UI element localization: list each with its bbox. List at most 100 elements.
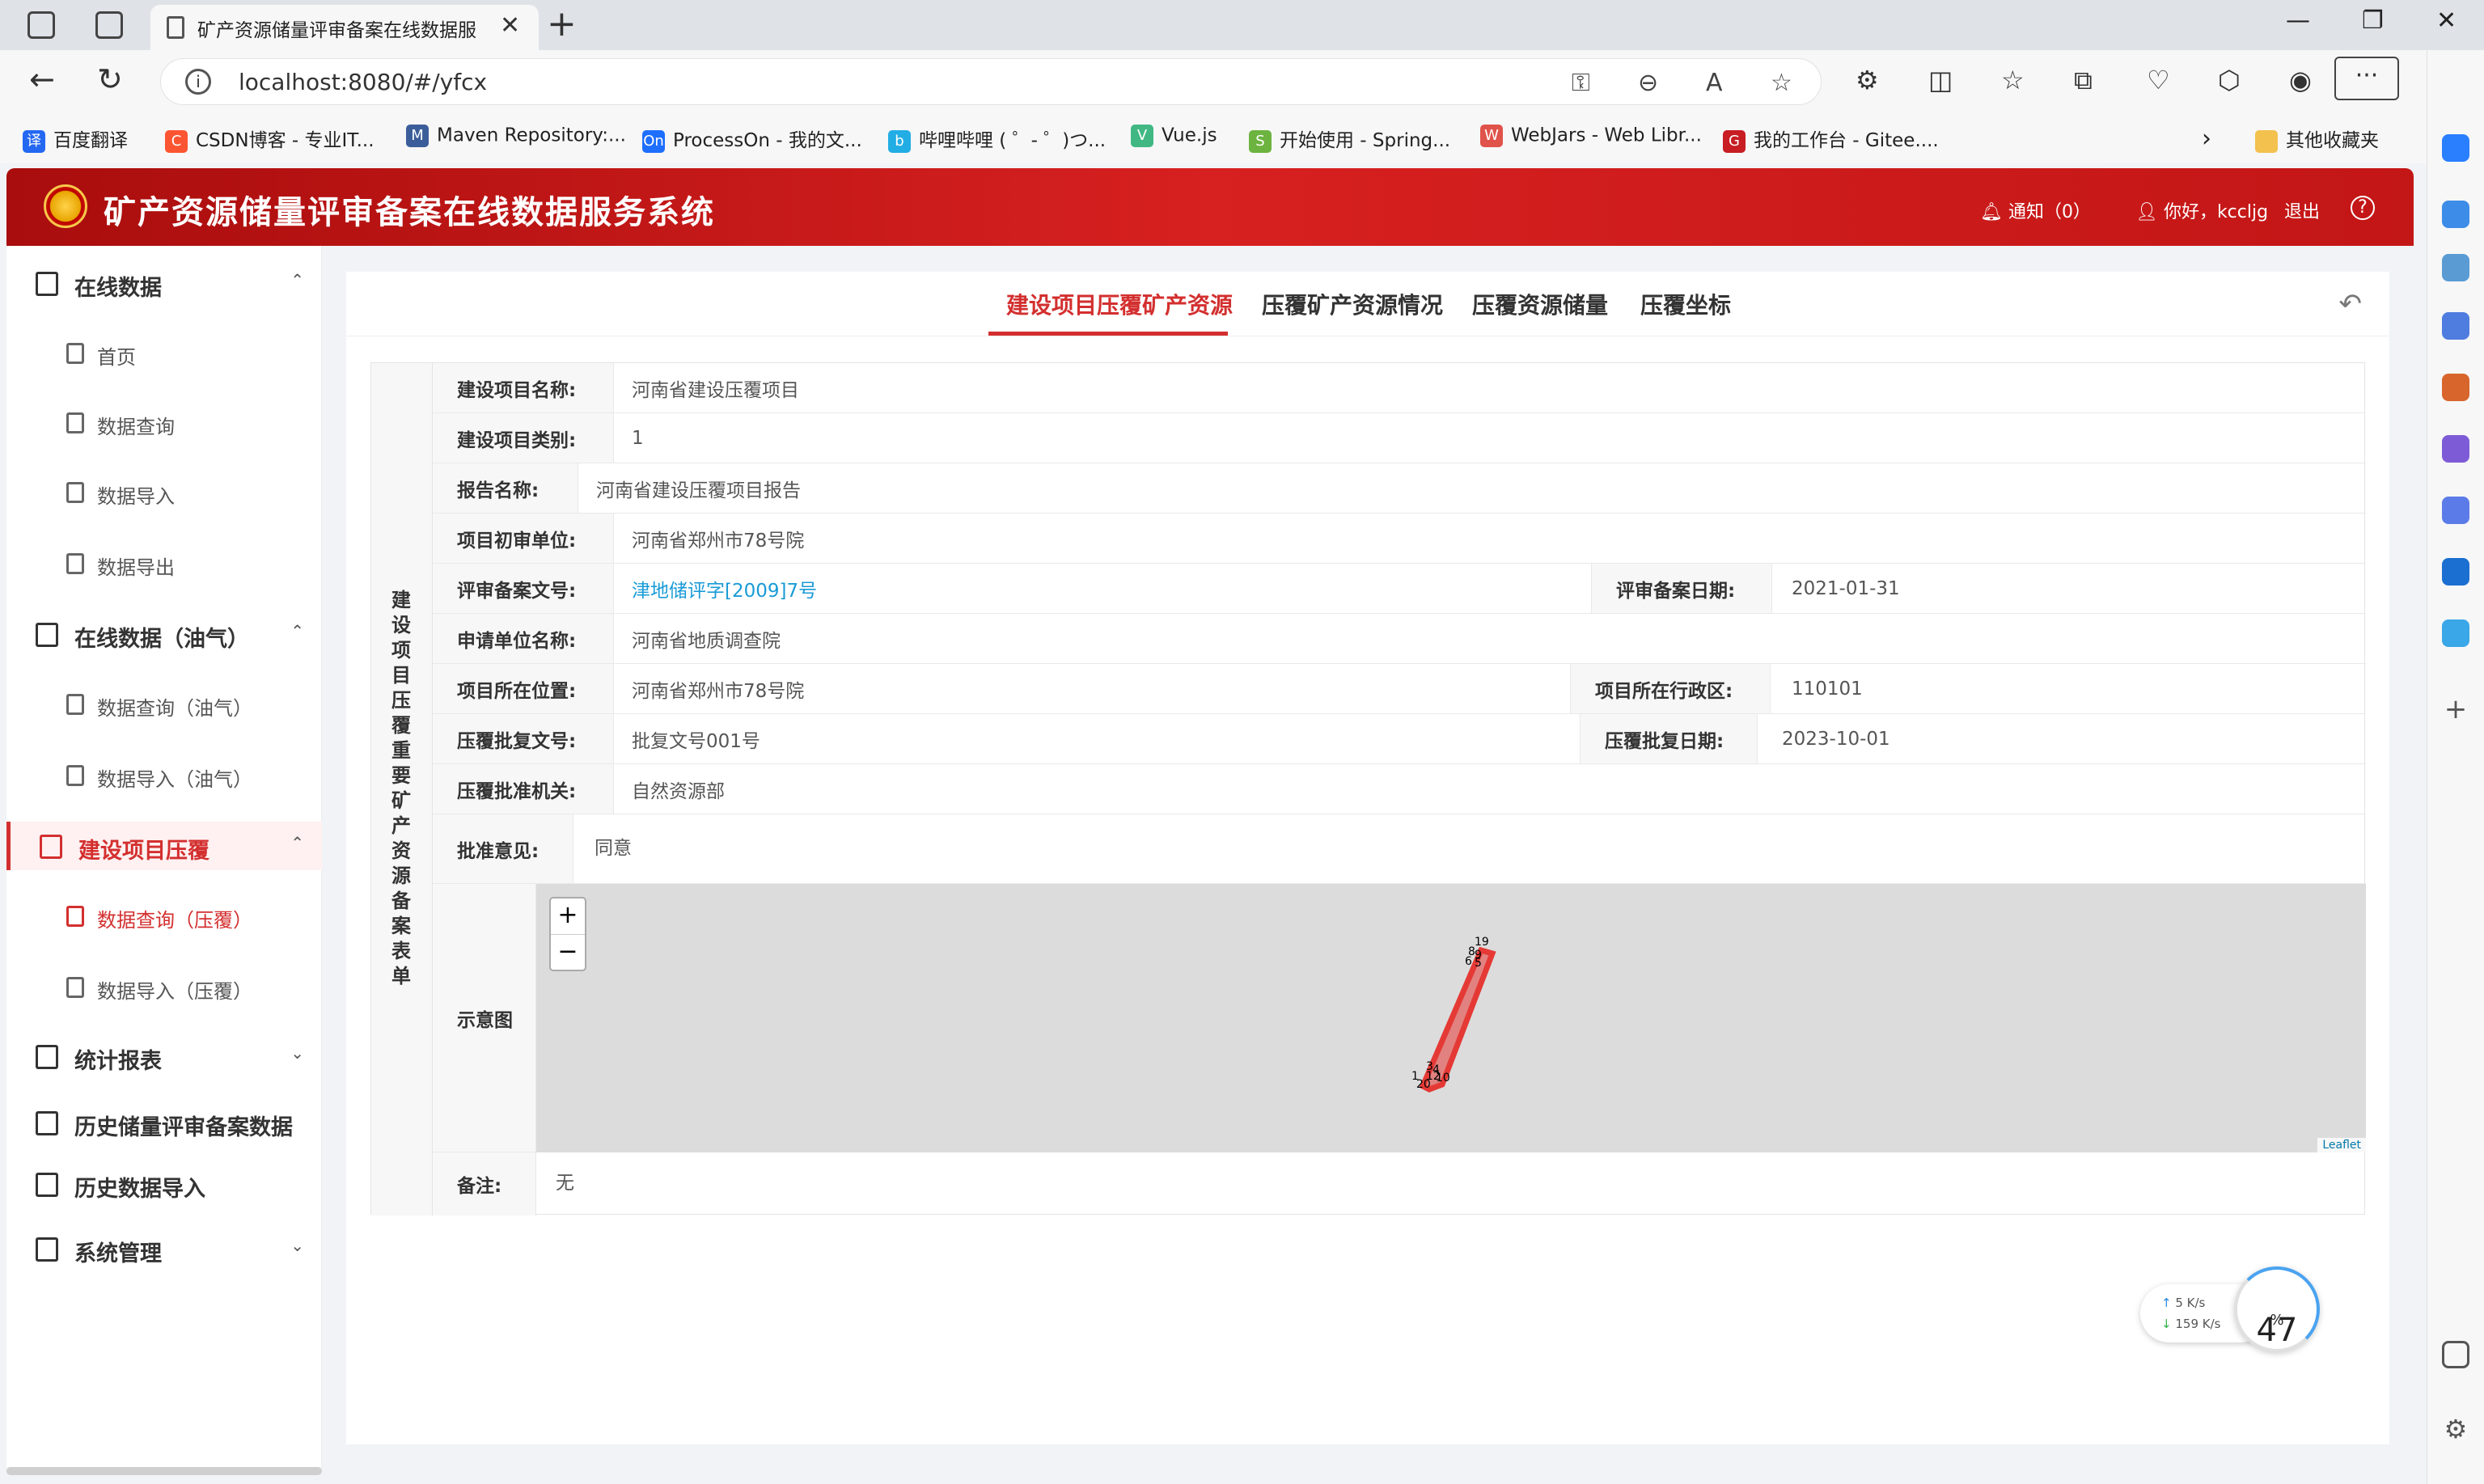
notifications-icon[interactable]: [2442, 201, 2469, 228]
sidebar-item-home[interactable]: 首页: [6, 328, 322, 377]
form-row-project-type: 建设项目类别: 1: [433, 413, 2366, 463]
bookmark-favicon-icon: C: [165, 129, 188, 153]
sidebar-item-data-export[interactable]: 数据导出: [6, 539, 322, 587]
browser-essentials-icon[interactable]: ♡: [2147, 65, 2170, 95]
sidebar-group-construction-overlay[interactable]: 建设项目压覆 ⌃: [6, 822, 322, 870]
close-tab-icon[interactable]: ✕: [500, 11, 520, 40]
sidebar-group-history-data[interactable]: 历史储量评审备案数据: [6, 1098, 322, 1147]
report-icon: [36, 623, 58, 647]
split-screen-icon[interactable]: ◫: [1928, 65, 1953, 95]
screenshot-icon[interactable]: [2442, 1341, 2469, 1368]
notice-link[interactable]: 🔔︎ 通知（0）: [1980, 197, 2091, 223]
browser-tab[interactable]: 矿产资源储量评审备案在线数据服 ✕: [150, 5, 539, 50]
bookmarks-bar: 译百度翻译 C CSDN博客 - 专业IT... M Maven Repositor…: [0, 115, 2427, 163]
browser-tab-bar: 矿产资源储量评审备案在线数据服 ✕ + — ❐ ✕: [0, 0, 2484, 50]
user-menu[interactable]: 👤︎ 你好，kccljg: [2135, 197, 2268, 223]
tab-construction-overlay[interactable]: 建设项目压覆矿产资源: [1006, 288, 1233, 320]
bookmark-item[interactable]: b 哔哩哔哩 ( ゜- ゜)つ...: [888, 125, 1106, 153]
sidebar-item-data-import-oil-gas[interactable]: 数据导入（油气）: [6, 750, 322, 799]
bell-icon: 🔔︎: [1980, 202, 2008, 222]
close-window-icon[interactable]: ✕: [2436, 6, 2456, 35]
bookmark-favicon-icon: M: [406, 125, 429, 147]
form-row-location: 项目所在位置: 河南省郑州市78号院 项目所在行政区: 110101: [433, 664, 2366, 714]
sidebar-item-data-query-overlay[interactable]: 数据查询（压覆）: [6, 891, 322, 940]
games-icon[interactable]: [2442, 435, 2469, 463]
bookmark-label: 百度翻译: [53, 130, 128, 151]
back-undo-icon[interactable]: ↶: [2339, 288, 2363, 320]
point-label: 19: [1475, 936, 1489, 949]
sidebar-item-data-query-oil-gas[interactable]: 数据查询（油气）: [6, 679, 322, 728]
favorites-icon[interactable]: ☆: [2001, 65, 2025, 95]
key-icon[interactable]: ⚿: [1572, 69, 1590, 97]
sidebar-scrollbar[interactable]: [6, 1467, 322, 1475]
tab-actions-icon[interactable]: [95, 11, 123, 39]
sidebar-group-online-data-oil-gas[interactable]: 在线数据（油气） ⌃: [6, 610, 322, 658]
sidebar-group-history-import[interactable]: 历史数据导入: [6, 1160, 322, 1208]
bookmark-item[interactable]: M Maven Repository:...: [406, 125, 626, 147]
sidebar-settings-icon[interactable]: ⚙: [2442, 1416, 2469, 1444]
bookmark-item[interactable]: 译百度翻译: [23, 125, 128, 153]
profile-icon[interactable]: ◉: [2289, 65, 2312, 95]
workspaces-icon[interactable]: [28, 11, 55, 39]
site-info-icon[interactable]: i: [185, 69, 211, 95]
bookmark-item[interactable]: G 我的工作台 - Gitee....: [1723, 125, 1939, 153]
overlay-map[interactable]: + − 19 8 9 6 5 1 20 3 4 12 10 Leaflet: [536, 884, 2366, 1152]
tab-overlay-coordinates[interactable]: 压覆坐标: [1640, 288, 1731, 320]
bookmark-item[interactable]: C CSDN博客 - 专业IT...: [165, 125, 375, 153]
refresh-icon[interactable]: ↻: [97, 61, 123, 97]
tools-icon[interactable]: [2442, 374, 2469, 401]
shopping-icon[interactable]: [2442, 312, 2469, 340]
search-icon[interactable]: [2442, 254, 2469, 281]
settings-menu-button[interactable]: ···: [2334, 57, 2399, 100]
office-icon[interactable]: [2442, 497, 2469, 524]
sidebar-item-label: 数据导入: [97, 485, 175, 508]
bookmark-item[interactable]: W WebJars - Web Libr...: [1480, 125, 1702, 147]
zoom-icon[interactable]: ⊖: [1638, 69, 1658, 97]
sidebar-group-online-data[interactable]: 在线数据 ⌃: [6, 259, 322, 307]
new-tab-button[interactable]: +: [547, 3, 577, 44]
first-review-value: 河南省郑州市78号院: [632, 530, 805, 552]
logout-link[interactable]: 退出: [2284, 197, 2320, 223]
back-icon[interactable]: ←: [29, 61, 55, 97]
bookmark-item[interactable]: S 开始使用 - Spring...: [1249, 125, 1450, 153]
location-value: 河南省郑州市78号院: [632, 680, 805, 702]
sidebar-item-data-query[interactable]: 数据查询: [6, 398, 322, 446]
review-doc-link[interactable]: 津地储评字[2009]7号: [632, 575, 817, 602]
add-sidebar-app-icon[interactable]: +: [2442, 695, 2469, 725]
tab-overlay-situation[interactable]: 压覆矿产资源情况: [1262, 288, 1443, 320]
sidebar-item-data-import-overlay[interactable]: 数据导入（压覆）: [6, 962, 322, 1011]
sidebar-group-statistics[interactable]: 统计报表 ⌄: [6, 1032, 322, 1080]
extensions-icon[interactable]: ⚙: [1856, 65, 1879, 95]
network-speed-widget[interactable]: ↑ 5 K/s ↓ 159 K/s 47%: [2140, 1266, 2320, 1355]
document-icon: [66, 343, 84, 364]
restore-icon[interactable]: ❐: [2362, 6, 2384, 35]
url-field[interactable]: i localhost:8080/#/yfcx ⚿ ⊖ A ☆: [160, 58, 1822, 105]
url-text[interactable]: localhost:8080/#/yfcx: [239, 69, 487, 95]
bookmark-item[interactable]: V Vue.js: [1131, 125, 1217, 147]
form-side-title: 建设项目压覆重要矿产资源备案表单: [371, 363, 433, 1216]
chevron-up-icon: ⌃: [290, 833, 304, 852]
sidebar-group-label: 系统管理: [74, 1241, 162, 1266]
sidebar-item-label: 数据查询（压覆）: [97, 909, 252, 932]
usage-gauge: 47%: [2234, 1266, 2320, 1352]
more-bookmarks-icon[interactable]: ›: [2202, 125, 2211, 153]
sidebar-item-data-import[interactable]: 数据导入: [6, 467, 322, 516]
collections-icon[interactable]: ⧉: [2074, 65, 2093, 96]
bookmark-item[interactable]: On ProcessOn - 我的文...: [642, 125, 862, 153]
tab-overlay-reserves[interactable]: 压覆资源储量: [1472, 288, 1608, 320]
field-label: 示意图: [433, 884, 536, 1152]
copilot-icon[interactable]: [2442, 134, 2469, 162]
other-bookmarks-folder[interactable]: 其他收藏夹: [2255, 125, 2379, 153]
leaflet-attribution-link[interactable]: Leaflet: [2317, 1138, 2366, 1152]
read-aloud-icon[interactable]: A: [1706, 69, 1723, 97]
security-icon[interactable]: ⬡: [2218, 65, 2241, 95]
minimize-icon[interactable]: —: [2286, 6, 2310, 35]
point-label: 10: [1436, 1072, 1450, 1084]
outlook-icon[interactable]: [2442, 558, 2469, 586]
help-icon[interactable]: ?: [2351, 196, 2375, 220]
bookmark-label: ProcessOn - 我的文...: [673, 130, 862, 151]
favorite-star-icon[interactable]: ☆: [1771, 69, 1792, 97]
drop-icon[interactable]: [2442, 619, 2469, 647]
sidebar-group-system-admin[interactable]: 系统管理 ⌄: [6, 1224, 322, 1273]
form-row-applicant: 申请单位名称: 河南省地质调查院: [433, 614, 2366, 664]
